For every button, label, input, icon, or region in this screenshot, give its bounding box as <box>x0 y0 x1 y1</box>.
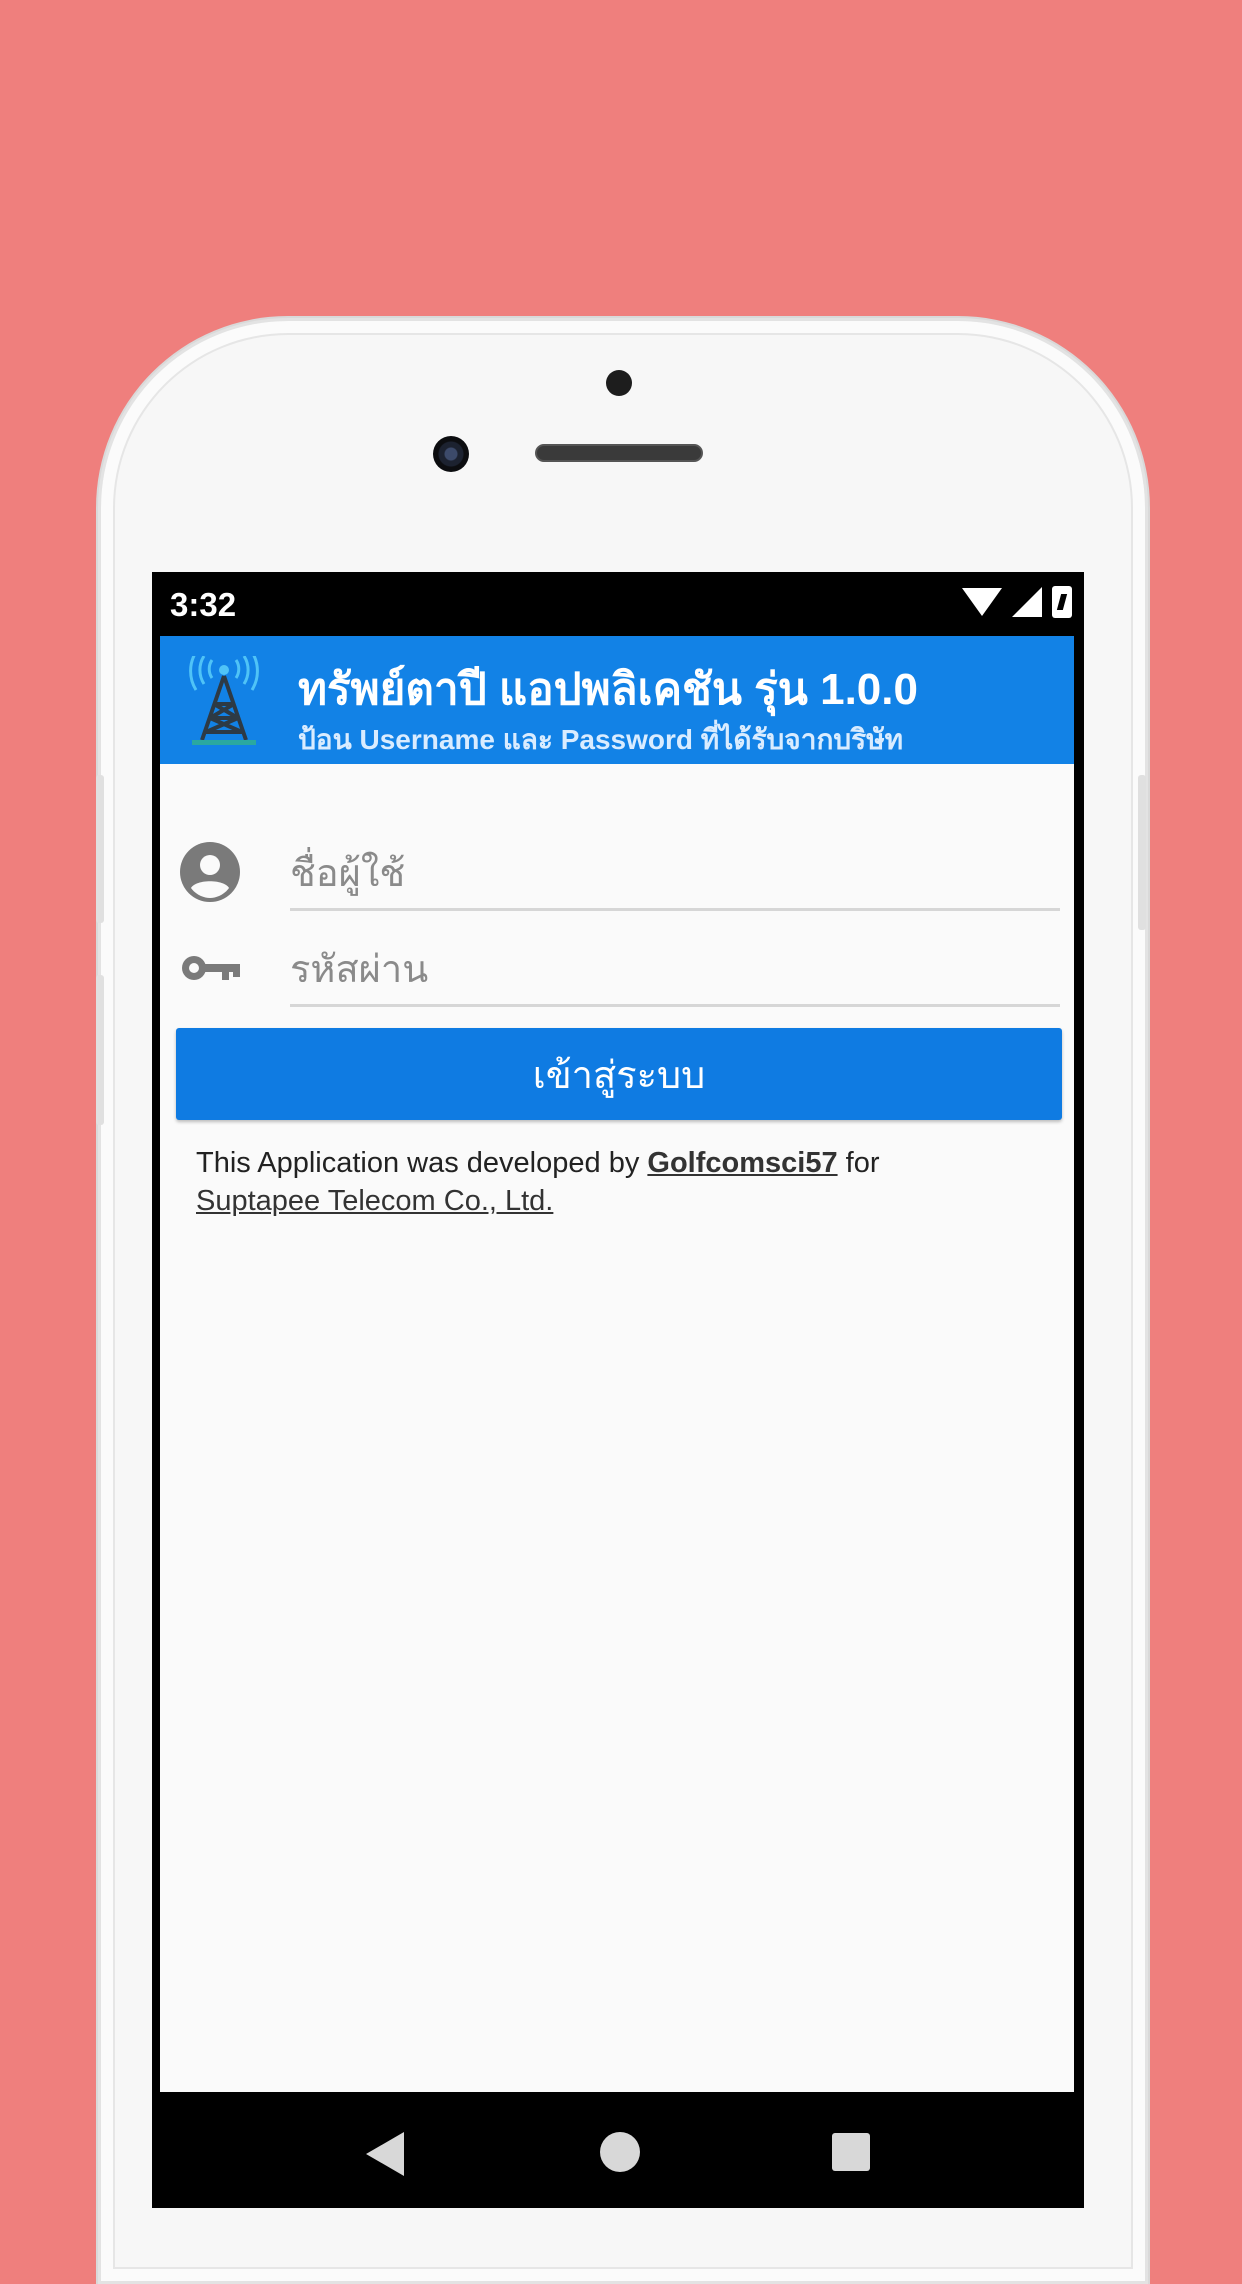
status-bar: 3:32 <box>152 572 1084 636</box>
battery-charging-icon <box>1052 586 1072 618</box>
phone-side-button <box>96 775 104 923</box>
credits-prefix: This Application was developed by <box>196 1147 640 1179</box>
password-field <box>160 928 1074 1018</box>
credits-middle: for <box>845 1147 880 1179</box>
phone-side-button <box>1138 775 1146 930</box>
username-field <box>160 832 1074 922</box>
home-circle-icon[interactable] <box>600 2132 640 2172</box>
navigation-bar <box>152 2092 1084 2208</box>
status-icons <box>962 586 1072 618</box>
cell-signal-icon <box>1012 587 1042 617</box>
username-input[interactable] <box>290 838 1060 911</box>
earpiece-speaker <box>535 444 703 462</box>
password-input[interactable] <box>290 934 1060 1007</box>
wifi-icon <box>962 588 1002 616</box>
phone-screen: 3:32 ทรัพย์ตาปี แอปพลิเคชัน รุ่น 1.0.0 ป… <box>152 572 1084 2208</box>
status-time: 3:32 <box>170 586 237 623</box>
login-button[interactable]: เข้าสู่ระบบ <box>176 1028 1062 1120</box>
app-title: ทรัพย์ตาปี แอปพลิเคชัน รุ่น 1.0.0 <box>298 665 918 714</box>
login-screen: ทรัพย์ตาปี แอปพลิเคชัน รุ่น 1.0.0 ป้อน U… <box>160 636 1074 2092</box>
recents-square-icon[interactable] <box>832 2133 870 2171</box>
key-icon <box>182 956 240 980</box>
app-bar: ทรัพย์ตาปี แอปพลิเคชัน รุ่น 1.0.0 ป้อน U… <box>160 636 1074 764</box>
back-triangle-icon[interactable] <box>366 2132 404 2176</box>
app-subtitle: ป้อน Username และ Password ที่ได้รับจากบ… <box>298 724 904 755</box>
cell-tower-icon <box>189 656 259 745</box>
developer-link[interactable]: Golfcomsci57 <box>647 1147 837 1179</box>
credits-text: This Application was developed by Golfco… <box>196 1144 1056 1220</box>
proximity-sensor <box>606 370 632 396</box>
phone-side-button <box>96 975 104 1125</box>
front-camera <box>433 436 469 472</box>
account-circle-icon <box>180 842 240 902</box>
company-link[interactable]: Suptapee Telecom Co., Ltd. <box>196 1185 553 1217</box>
